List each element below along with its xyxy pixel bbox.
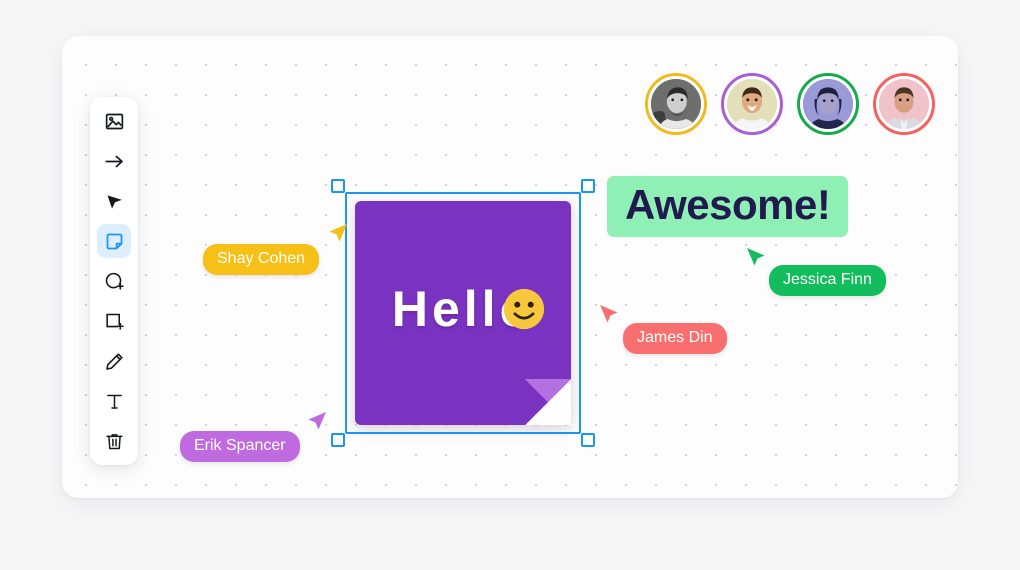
cursor-label[interactable]: James Din [623,323,727,354]
cursor-label[interactable]: Shay Cohen [203,244,320,275]
tool-sticky-note[interactable] [97,224,131,258]
sticky-note[interactable]: Hello [331,179,595,447]
cursor-arrow-icon [745,246,771,272]
image-icon [104,111,125,132]
slightly-smiling-face-icon [501,286,547,332]
tool-circle[interactable] [97,264,131,298]
avatar-photo [879,79,929,129]
collaborator-avatars [645,73,935,135]
square-plus-icon [104,311,125,332]
avatar-photo [803,79,853,129]
avatar[interactable] [645,73,707,135]
pointer-icon [104,191,125,212]
tool-image[interactable] [97,104,131,138]
tool-text[interactable] [97,384,131,418]
tool-pencil[interactable] [97,344,131,378]
cursor-arrow-icon [302,410,328,436]
cursor-arrow-icon [598,303,624,329]
avatar[interactable] [797,73,859,135]
circle-plus-icon [104,271,125,292]
cursor-label[interactable]: Erik Spancer [180,431,300,462]
avatar[interactable] [873,73,935,135]
toolbar [90,97,138,465]
avatar[interactable] [721,73,783,135]
avatar-photo [651,79,701,129]
highlight-text[interactable]: Awesome! [607,176,849,237]
tool-rectangle[interactable] [97,304,131,338]
cursor-arrow-icon [323,222,349,248]
cursor-label[interactable]: Jessica Finn [769,265,886,296]
arrow-right-icon [103,150,126,173]
avatar-photo [727,79,777,129]
sticky-note-icon [104,231,125,252]
trash-icon [104,431,125,452]
tool-select[interactable] [97,184,131,218]
text-icon [104,391,125,412]
sticky-note-fold-cut [525,379,571,425]
tool-delete[interactable] [97,424,131,458]
tool-arrow[interactable] [97,144,131,178]
pencil-icon [104,351,125,372]
